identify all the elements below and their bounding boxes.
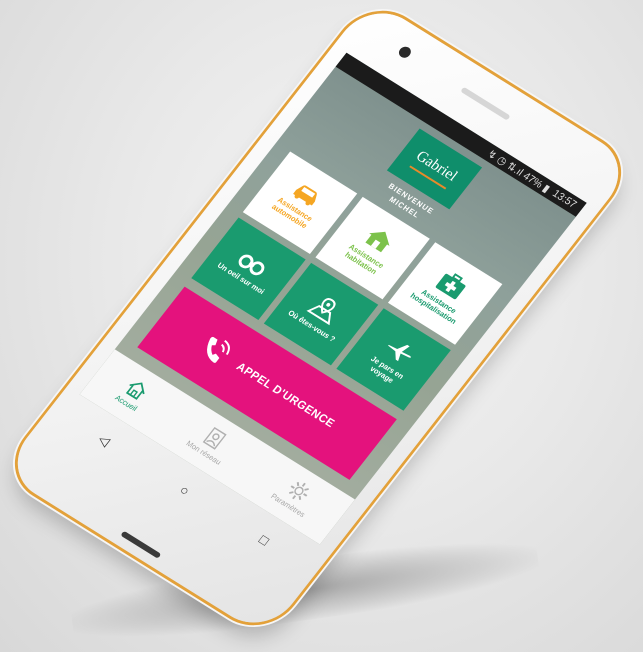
tab-accueil[interactable]: Accueil [113,376,153,413]
network-icon [202,427,227,450]
status-icons: ↯ ◷ ⇅.ıl 47% ▮ [484,147,553,195]
home-button[interactable]: ○ [177,482,193,499]
tab-parametres[interactable]: Paramètres [269,472,322,519]
phone-body: ↯ ◷ ⇅.ıl 47% ▮ 13:57 Gabriel BIENVENUE M… [0,0,636,638]
phone-icon [207,336,230,363]
recent-apps-button[interactable]: □ [256,532,272,549]
emergency-label: APPEL D'URGENCE [233,359,338,431]
brand-name: Gabriel [412,147,461,185]
speaker-grille [460,86,511,121]
back-button[interactable]: ◁ [95,431,114,449]
camera-icon [396,44,414,60]
tab-mon-reseau[interactable]: Mon réseau [184,420,238,467]
usb-port [120,530,162,559]
status-time: 13:57 [549,187,579,211]
